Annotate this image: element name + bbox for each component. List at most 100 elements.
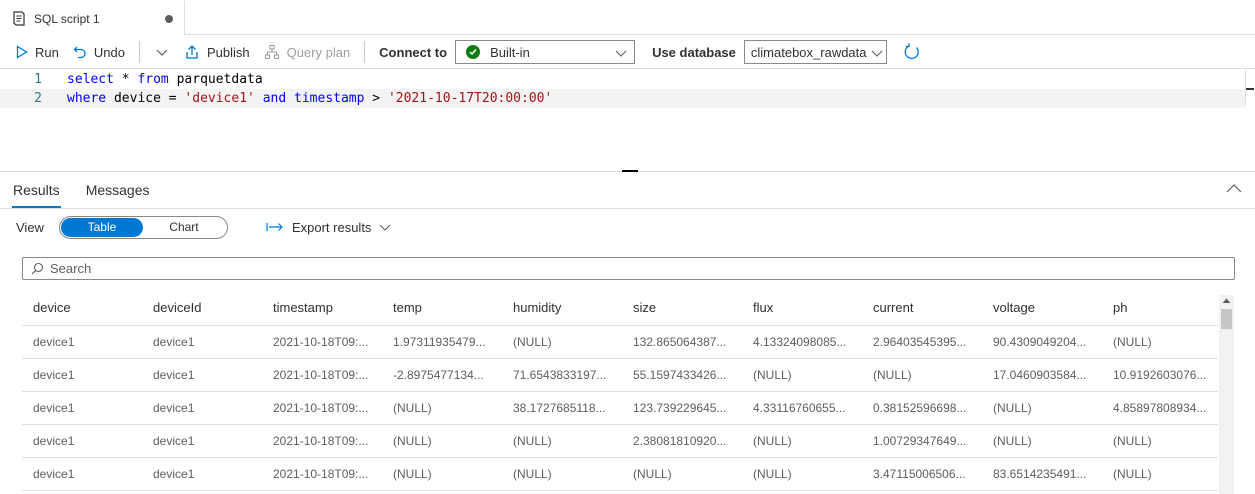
table-cell[interactable]: 2021-10-18T09:...: [262, 458, 380, 491]
table-cell[interactable]: (NULL): [982, 425, 1100, 458]
column-header-temp[interactable]: temp: [382, 290, 500, 326]
table-cell[interactable]: 4.13324098085...: [742, 326, 860, 359]
table-cell[interactable]: 2021-10-18T09:...: [262, 392, 380, 425]
scrollbar-thumb[interactable]: [1221, 309, 1232, 329]
use-database-select[interactable]: climatebox_rawdata: [743, 40, 887, 64]
table-cell[interactable]: 2.38081810920...: [622, 425, 740, 458]
table-cell[interactable]: (NULL): [502, 425, 620, 458]
table-cell[interactable]: -2.8975477134...: [382, 359, 500, 392]
column-header-deviceid[interactable]: deviceId: [142, 290, 260, 326]
table-cell[interactable]: 90.4309049204...: [982, 326, 1100, 359]
table-row[interactable]: device1 device1 2021-10-18T09:... 1.9731193…: [22, 326, 1218, 359]
table-cell[interactable]: device1: [142, 425, 260, 458]
column-header-flux[interactable]: flux: [742, 290, 860, 326]
table-cell[interactable]: device1: [22, 326, 140, 359]
table-cell[interactable]: 2021-10-18T09:...: [262, 359, 380, 392]
chevron-down-icon[interactable]: [154, 44, 170, 60]
code-line[interactable]: 2 where device = 'device1' and timestamp …: [0, 89, 1245, 108]
run-button[interactable]: Run: [16, 39, 59, 65]
table-cell[interactable]: 38.1727685118...: [502, 392, 620, 425]
export-results-button[interactable]: Export results: [266, 220, 391, 235]
table-cell[interactable]: (NULL): [502, 458, 620, 491]
search-input[interactable]: [50, 261, 1220, 276]
table-cell[interactable]: device1: [142, 359, 260, 392]
tab-results[interactable]: Results: [12, 171, 61, 208]
table-cell[interactable]: 71.6543833197...: [502, 359, 620, 392]
table-cell[interactable]: (NULL): [382, 425, 500, 458]
undo-button[interactable]: Undo: [73, 39, 125, 65]
table-cell[interactable]: (NULL): [382, 458, 500, 491]
column-header-ph[interactable]: ph: [1102, 290, 1218, 326]
table-cell[interactable]: 3.47115006506...: [862, 458, 980, 491]
tab-messages[interactable]: Messages: [86, 171, 150, 208]
publish-button[interactable]: Publish: [184, 39, 250, 65]
table-cell[interactable]: 123.739229645...: [622, 392, 740, 425]
table-row[interactable]: device1 device1 2021-10-18T09:... (NULL) (NU…: [22, 425, 1218, 458]
publish-icon: [186, 45, 198, 59]
table-cell[interactable]: device1: [142, 458, 260, 491]
table-cell[interactable]: 4.33116760655...: [742, 392, 860, 425]
table-cell[interactable]: 4.85897808934...: [1102, 392, 1218, 425]
toolbar-divider: [364, 41, 366, 63]
table-cell[interactable]: (NULL): [742, 359, 860, 392]
connect-to-select[interactable]: Built-in: [455, 40, 636, 64]
line-number: 2: [34, 91, 42, 106]
column-header-device[interactable]: device: [22, 290, 140, 326]
table-cell[interactable]: (NULL): [1102, 326, 1218, 359]
column-header-timestamp[interactable]: timestamp: [262, 290, 380, 326]
table-cell[interactable]: (NULL): [1102, 458, 1218, 491]
table-cell[interactable]: 132.865064387...: [622, 326, 740, 359]
table-cell[interactable]: device1: [142, 326, 260, 359]
table-row[interactable]: device1 device1 2021-10-18T09:... -2.897547…: [22, 359, 1218, 392]
table-cell[interactable]: (NULL): [742, 458, 860, 491]
table-cell[interactable]: 2021-10-18T09:...: [262, 326, 380, 359]
editor-scrollbar[interactable]: [1245, 70, 1255, 106]
sql-editor[interactable]: 1 select * from parquetdata 2 where device …: [0, 70, 1255, 172]
table-cell[interactable]: 17.0460903584...: [982, 359, 1100, 392]
undo-label: Undo: [93, 44, 125, 60]
results-search-box: [22, 257, 1235, 280]
table-cell[interactable]: 83.6514235491...: [982, 458, 1100, 491]
table-cell[interactable]: (NULL): [1102, 425, 1218, 458]
sql-text: *: [113, 72, 138, 87]
table-cell[interactable]: (NULL): [862, 359, 980, 392]
chevron-down-icon: [871, 50, 883, 57]
code-line[interactable]: 1 select * from parquetdata: [0, 70, 1245, 89]
search-icon: [31, 262, 44, 275]
table-cell[interactable]: device1: [22, 458, 140, 491]
view-table-option[interactable]: Table: [60, 217, 143, 237]
column-header-voltage[interactable]: voltage: [982, 290, 1100, 326]
table-cell[interactable]: (NULL): [742, 425, 860, 458]
table-cell[interactable]: (NULL): [982, 392, 1100, 425]
table-cell[interactable]: device1: [22, 359, 140, 392]
table-cell[interactable]: 1.97311935479...: [382, 326, 500, 359]
table-cell[interactable]: device1: [22, 425, 140, 458]
view-label: View: [16, 219, 44, 235]
table-cell[interactable]: device1: [142, 392, 260, 425]
table-cell[interactable]: 2021-10-18T09:...: [262, 425, 380, 458]
unsaved-dot-icon[interactable]: [165, 15, 173, 23]
scroll-up-arrow-icon[interactable]: [1222, 297, 1231, 305]
table-cell[interactable]: 10.9192603076...: [1102, 359, 1218, 392]
query-plan-button[interactable]: Query plan: [264, 39, 350, 65]
table-cell[interactable]: device1: [22, 392, 140, 425]
table-cell[interactable]: (NULL): [622, 458, 740, 491]
table-row[interactable]: device1 device1 2021-10-18T09:... (NULL) (NU…: [22, 458, 1218, 491]
table-cell[interactable]: 0.38152596698...: [862, 392, 980, 425]
table-cell[interactable]: (NULL): [502, 326, 620, 359]
table-cell[interactable]: 2.96403545395...: [862, 326, 980, 359]
table-cell[interactable]: 55.1597433426...: [622, 359, 740, 392]
refresh-icon[interactable]: [903, 43, 921, 61]
column-header-size[interactable]: size: [622, 290, 740, 326]
table-cell[interactable]: (NULL): [382, 392, 500, 425]
column-header-humidity[interactable]: humidity: [502, 290, 620, 326]
table-cell[interactable]: 1.00729347649...: [862, 425, 980, 458]
column-header-current[interactable]: current: [862, 290, 980, 326]
chevron-up-icon[interactable]: [1225, 182, 1243, 196]
sql-keyword: where: [67, 91, 107, 106]
view-chart-option[interactable]: Chart: [143, 218, 225, 237]
table-row[interactable]: device1 device1 2021-10-18T09:... (NULL) 38.…: [22, 392, 1218, 425]
tab-sql-script-1[interactable]: SQL script 1: [0, 0, 185, 35]
grid-vertical-scrollbar[interactable]: [1219, 295, 1234, 494]
